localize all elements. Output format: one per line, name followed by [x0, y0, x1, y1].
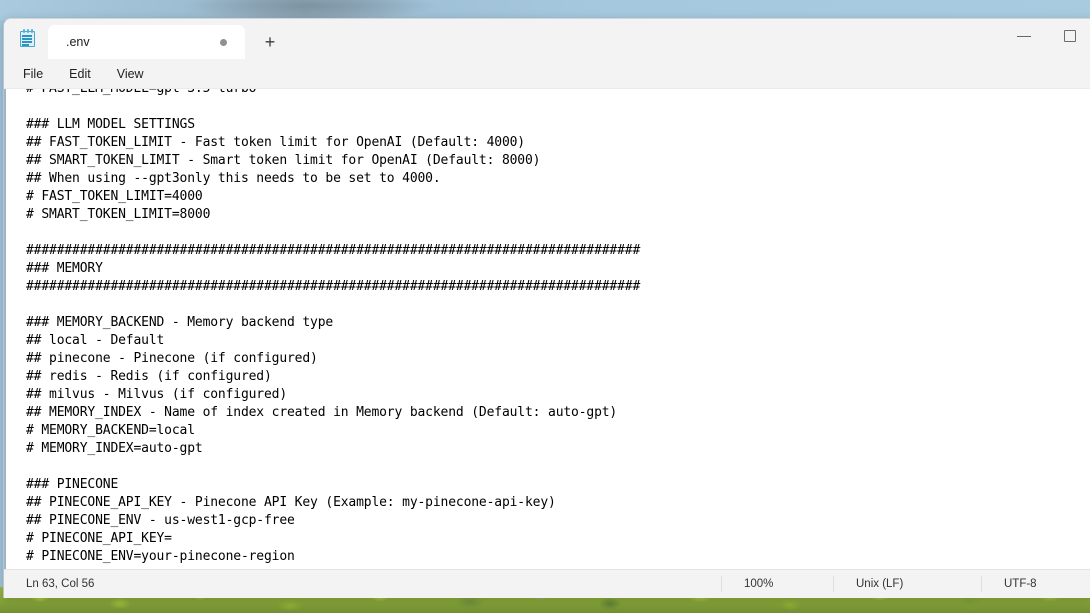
tab-env[interactable]: .env: [48, 25, 245, 59]
menu-bar: File Edit View: [4, 59, 1090, 89]
desktop-wallpaper-sky: [0, 0, 1090, 20]
encoding[interactable]: UTF-8: [981, 576, 1090, 592]
menu-view[interactable]: View: [104, 63, 157, 85]
menu-file[interactable]: File: [10, 63, 56, 85]
status-bar: Ln 63, Col 56 100% Unix (LF) UTF-8: [4, 569, 1090, 598]
maximize-button[interactable]: [1047, 19, 1090, 53]
zoom-level[interactable]: 100%: [721, 576, 833, 592]
window-controls: [1001, 19, 1090, 53]
menu-edit[interactable]: Edit: [56, 63, 104, 85]
cursor-position: Ln 63, Col 56: [26, 578, 95, 590]
text-area[interactable]: # FAST_LLM_MODEL=gpt-3.5-turbo ### LLM M…: [6, 89, 1090, 566]
new-tab-button[interactable]: +: [253, 27, 287, 57]
notepad-icon: [19, 29, 36, 48]
desktop: .env + File Edit View # FAST_LLM_MOD: [0, 0, 1090, 613]
notepad-window: .env + File Edit View # FAST_LLM_MOD: [3, 18, 1090, 598]
minimize-button[interactable]: [1001, 19, 1047, 53]
tab-modified-dot[interactable]: [220, 38, 227, 46]
tab-title: .env: [66, 35, 90, 49]
line-ending[interactable]: Unix (LF): [833, 576, 981, 592]
minimize-icon: [1017, 35, 1031, 37]
maximize-icon: [1064, 30, 1076, 42]
wallpaper-cloud: [180, 0, 440, 20]
text-area-container[interactable]: # FAST_LLM_MODEL=gpt-3.5-turbo ### LLM M…: [4, 89, 1090, 569]
title-bar[interactable]: .env +: [4, 19, 1090, 59]
tab-strip: .env +: [48, 25, 287, 59]
